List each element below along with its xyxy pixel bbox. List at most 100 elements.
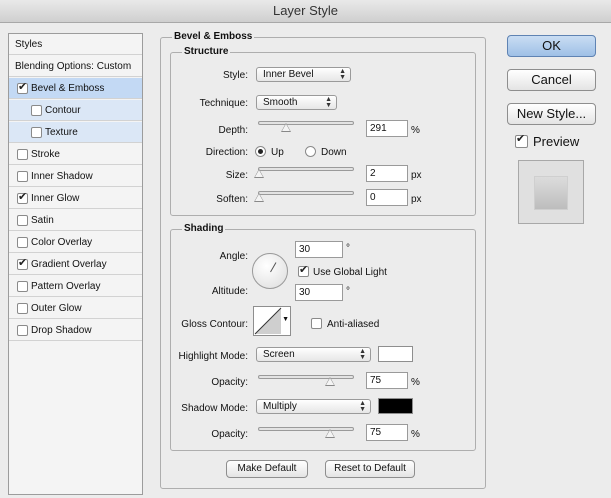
highlight-opacity-label: Opacity: [211, 377, 248, 388]
select-arrows-icon: ▲ ▼ [359, 400, 366, 413]
style-item-contour[interactable]: Contour [9, 100, 142, 121]
shadow-opacity-slider-thumb[interactable] [325, 429, 335, 438]
soften-slider-track[interactable] [258, 191, 354, 195]
select-arrows-icon: ▲ ▼ [325, 96, 332, 109]
style-item-texture[interactable]: Texture [9, 122, 142, 143]
cancel-button[interactable]: Cancel [507, 69, 596, 91]
style-item-satin[interactable]: Satin [9, 210, 142, 231]
checkbox-gradient-overlay[interactable] [17, 256, 28, 270]
angle-input[interactable]: 30 [295, 241, 343, 258]
checkbox-color-overlay[interactable] [17, 237, 28, 248]
style-item-bevel-emboss[interactable]: Bevel & Emboss [9, 78, 142, 99]
angle-dial[interactable] [252, 253, 288, 289]
window-title: Layer Style [272, 3, 339, 18]
title-bar: Layer Style [0, 0, 611, 23]
style-item-stroke[interactable]: Stroke [9, 144, 142, 165]
contour-dropdown-icon: ▼ [282, 316, 289, 323]
gloss-contour-picker[interactable]: ▼ [253, 306, 291, 336]
checkbox-drop-shadow[interactable] [17, 325, 28, 336]
technique-select[interactable]: Smooth ▲ ▼ [256, 95, 337, 110]
style-item-label: Outer Glow [31, 303, 82, 314]
size-slider-track[interactable] [258, 167, 354, 171]
styles-header[interactable]: Styles [9, 34, 142, 55]
structure-title: Structure [182, 46, 231, 57]
soften-input[interactable]: 0 [366, 189, 408, 206]
altitude-unit: ° [346, 286, 350, 297]
style-item-drop-shadow[interactable]: Drop Shadow [9, 320, 142, 341]
anti-aliased-checkbox[interactable] [311, 318, 322, 329]
preview-swatch-icon [534, 176, 568, 210]
soften-unit: px [411, 194, 422, 205]
direction-down-radio[interactable] [305, 146, 316, 157]
style-item-label: Color Overlay [31, 237, 93, 248]
size-label: Size: [225, 170, 248, 181]
style-item-label: Gradient Overlay [31, 259, 107, 270]
shading-group [170, 229, 476, 451]
direction-up-radio[interactable] [255, 146, 266, 157]
highlight-mode-value: Screen [263, 349, 295, 360]
select-arrows-icon: ▲ ▼ [359, 348, 366, 361]
checkbox-inner-glow[interactable] [17, 190, 28, 204]
preview-checkbox[interactable] [515, 132, 528, 148]
style-select-value: Inner Bevel [263, 69, 314, 80]
size-unit: px [411, 170, 422, 181]
gloss-contour-label: Gloss Contour: [181, 319, 248, 330]
shadow-opacity-label: Opacity: [211, 429, 248, 440]
highlight-opacity-input[interactable]: 75 [366, 372, 408, 389]
shadow-opacity-slider-track[interactable] [258, 427, 354, 431]
style-item-outer-glow[interactable]: Outer Glow [9, 298, 142, 319]
preview-label: Preview [533, 134, 580, 149]
style-item-label: Drop Shadow [31, 325, 92, 336]
angle-needle-icon [270, 262, 277, 273]
style-select[interactable]: Inner Bevel ▲ ▼ [256, 67, 351, 82]
shading-title: Shading [182, 223, 226, 234]
style-item-inner-glow[interactable]: Inner Glow [9, 188, 142, 209]
blending-options-item[interactable]: Blending Options: Custom [9, 56, 142, 77]
depth-slider-track[interactable] [258, 121, 354, 125]
make-default-button[interactable]: Make Default [226, 460, 308, 478]
checkbox-contour[interactable] [31, 105, 42, 116]
size-input[interactable]: 2 [366, 165, 408, 182]
checkbox-satin[interactable] [17, 215, 28, 226]
checkbox-outer-glow[interactable] [17, 303, 28, 314]
soften-slider-thumb[interactable] [254, 193, 264, 202]
highlight-color-swatch[interactable] [378, 346, 413, 362]
depth-slider-thumb[interactable] [281, 123, 291, 132]
ok-button[interactable]: OK [507, 35, 596, 57]
checkbox-inner-shadow[interactable] [17, 171, 28, 182]
style-item-label: Pattern Overlay [31, 281, 101, 292]
altitude-input[interactable]: 30 [295, 284, 343, 301]
highlight-opacity-slider-thumb[interactable] [325, 377, 335, 386]
shadow-mode-select[interactable]: Multiply ▲ ▼ [256, 399, 371, 414]
highlight-mode-select[interactable]: Screen ▲ ▼ [256, 347, 371, 362]
checkbox-texture[interactable] [31, 127, 42, 138]
blending-options-label: Blending Options: Custom [15, 61, 132, 72]
style-item-label: Satin [31, 215, 54, 226]
shadow-opacity-input[interactable]: 75 [366, 424, 408, 441]
use-global-light-checkbox[interactable] [298, 263, 309, 277]
size-slider-thumb[interactable] [254, 169, 264, 178]
angle-label: Angle: [219, 251, 248, 262]
select-arrows-icon: ▲ ▼ [339, 68, 346, 81]
contour-curve-icon [254, 307, 282, 335]
style-item-label: Inner Shadow [31, 171, 93, 182]
angle-unit: ° [346, 243, 350, 254]
style-item-color-overlay[interactable]: Color Overlay [9, 232, 142, 253]
depth-label: Depth: [218, 125, 248, 136]
style-item-pattern-overlay[interactable]: Pattern Overlay [9, 276, 142, 297]
shadow-color-swatch[interactable] [378, 398, 413, 414]
styles-header-label: Styles [15, 39, 43, 50]
soften-label: Soften: [216, 194, 248, 205]
depth-input[interactable]: 291 [366, 120, 408, 137]
checkbox-pattern-overlay[interactable] [17, 281, 28, 292]
checkbox-stroke[interactable] [17, 149, 28, 160]
highlight-opacity-unit: % [411, 377, 420, 388]
style-item-label: Stroke [31, 149, 60, 160]
highlight-opacity-slider-track[interactable] [258, 375, 354, 379]
checkbox-bevel-emboss[interactable] [17, 80, 28, 94]
shadow-mode-value: Multiply [263, 401, 297, 412]
style-item-inner-shadow[interactable]: Inner Shadow [9, 166, 142, 187]
reset-to-default-button[interactable]: Reset to Default [325, 460, 415, 478]
style-item-gradient-overlay[interactable]: Gradient Overlay [9, 254, 142, 275]
new-style-button[interactable]: New Style... [507, 103, 596, 125]
